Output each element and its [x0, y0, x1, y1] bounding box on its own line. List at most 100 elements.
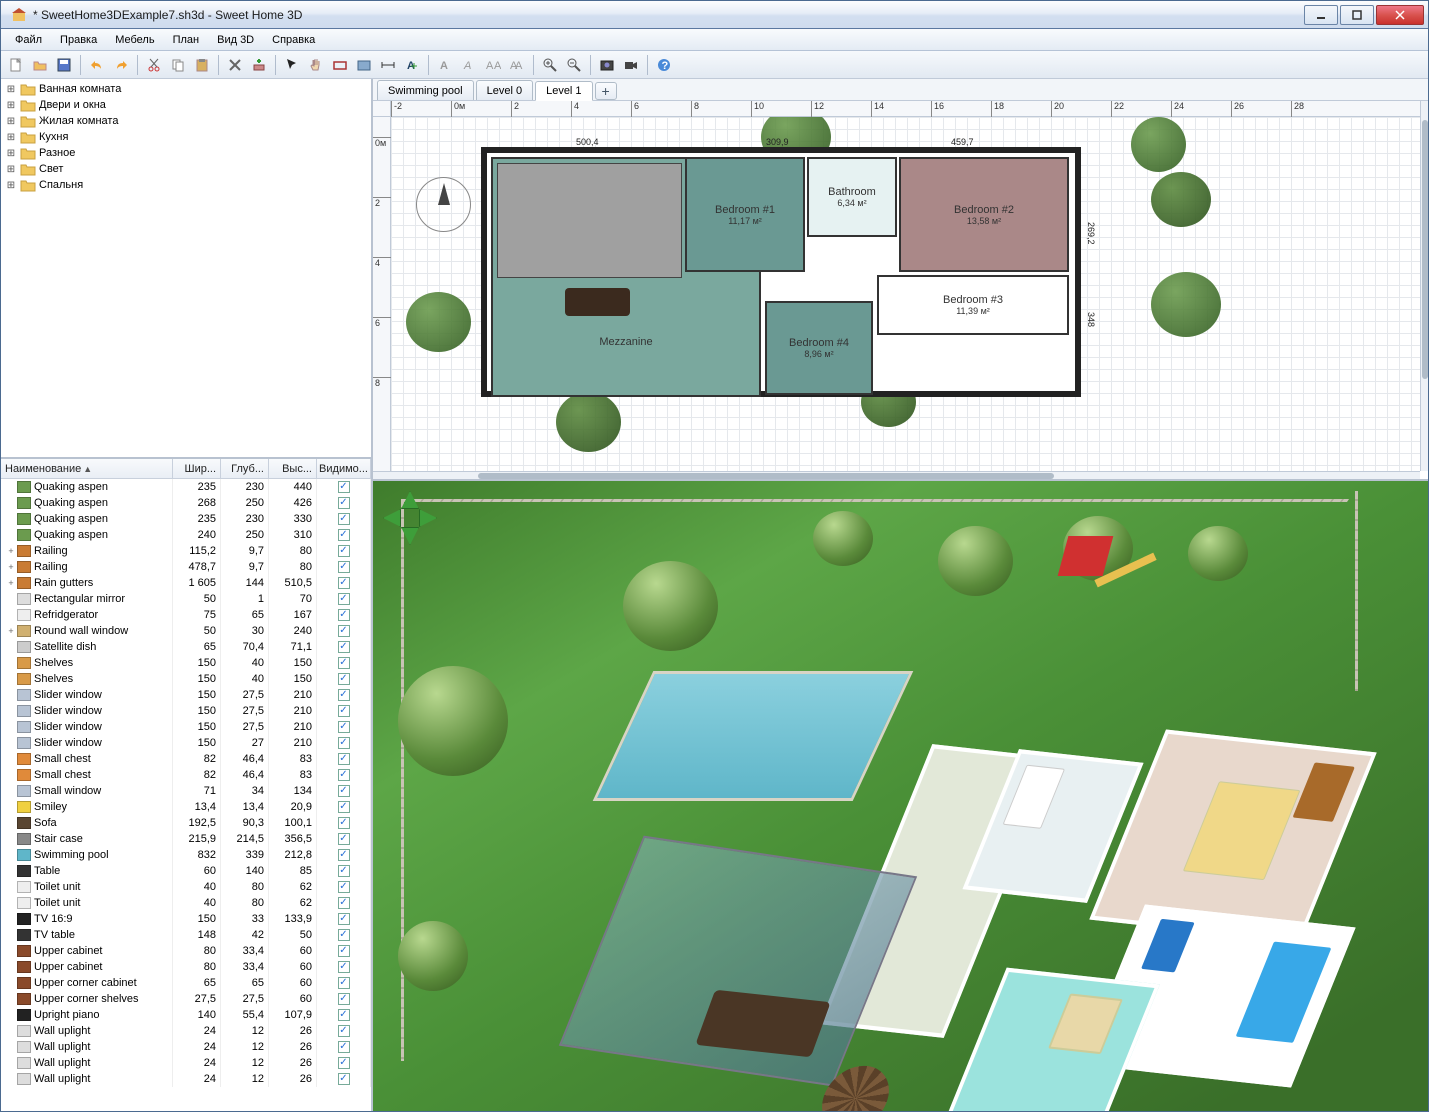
floorplan[interactable]: Mezzanine Bedroom #111,17 м² Bathroom6,3…: [481, 147, 1081, 397]
table-row[interactable]: Wall uplight241226: [1, 1055, 371, 1071]
visible-checkbox[interactable]: [338, 897, 350, 909]
visible-checkbox[interactable]: [338, 705, 350, 717]
table-row[interactable]: Shelves15040150: [1, 655, 371, 671]
visible-checkbox[interactable]: [338, 497, 350, 509]
visible-checkbox[interactable]: [338, 657, 350, 669]
nav-up-icon[interactable]: [401, 491, 419, 509]
zoom-in-icon[interactable]: [539, 54, 561, 76]
column-name[interactable]: Наименование▲: [1, 459, 173, 478]
catalog-node[interactable]: ⊞Кухня: [3, 129, 369, 145]
catalog-node[interactable]: ⊞Жилая комната: [3, 113, 369, 129]
room-bathroom[interactable]: Bathroom6,34 м²: [807, 157, 897, 237]
table-row[interactable]: Wall uplight241226: [1, 1071, 371, 1087]
room-bedroom3[interactable]: Bedroom #311,39 м²: [877, 275, 1069, 335]
tree-icon[interactable]: [556, 392, 621, 452]
zoom-out-icon[interactable]: [563, 54, 585, 76]
visible-checkbox[interactable]: [338, 961, 350, 973]
table-row[interactable]: +Round wall window5030240: [1, 623, 371, 639]
table-row[interactable]: +Rain gutters1 605144510,5: [1, 575, 371, 591]
visible-checkbox[interactable]: [338, 945, 350, 957]
column-width[interactable]: Шир...: [173, 459, 221, 478]
redo-icon[interactable]: [110, 54, 132, 76]
expander-icon[interactable]: ⊞: [5, 116, 17, 127]
create-video-icon[interactable]: [620, 54, 642, 76]
preferences-icon[interactable]: [224, 54, 246, 76]
level-tab[interactable]: Level 1: [535, 81, 592, 101]
table-row[interactable]: Slider window15027210: [1, 735, 371, 751]
maximize-button[interactable]: [1340, 5, 1374, 25]
scrollbar-vertical[interactable]: [1420, 101, 1428, 471]
table-row[interactable]: Small chest8246,483: [1, 751, 371, 767]
menu-item-5[interactable]: Справка: [264, 32, 323, 48]
expander-icon[interactable]: ⊞: [5, 84, 17, 95]
tree-icon[interactable]: [406, 292, 471, 352]
create-dimensions-icon[interactable]: [377, 54, 399, 76]
table-row[interactable]: +Railing115,29,780: [1, 543, 371, 559]
new-document-icon[interactable]: [5, 54, 27, 76]
table-row[interactable]: Toilet unit408062: [1, 895, 371, 911]
visible-checkbox[interactable]: [338, 625, 350, 637]
column-visible[interactable]: Видимо...: [317, 459, 371, 478]
table-row[interactable]: Quaking aspen268250426: [1, 495, 371, 511]
visible-checkbox[interactable]: [338, 1009, 350, 1021]
copy-icon[interactable]: [167, 54, 189, 76]
open-folder-icon[interactable]: [29, 54, 51, 76]
menu-item-3[interactable]: План: [165, 32, 208, 48]
catalog-tree[interactable]: ⊞Ванная комната⊞Двери и окна⊞Жилая комна…: [1, 79, 371, 459]
table-row[interactable]: Upper cabinet8033,460: [1, 943, 371, 959]
table-row[interactable]: Stair case215,9214,5356,5: [1, 831, 371, 847]
visible-checkbox[interactable]: [338, 993, 350, 1005]
visible-checkbox[interactable]: [338, 753, 350, 765]
paste-icon[interactable]: [191, 54, 213, 76]
tree-icon[interactable]: [1131, 117, 1186, 172]
visible-checkbox[interactable]: [338, 801, 350, 813]
visible-checkbox[interactable]: [338, 881, 350, 893]
table-row[interactable]: Small chest8246,483: [1, 767, 371, 783]
catalog-node[interactable]: ⊞Свет: [3, 161, 369, 177]
visible-checkbox[interactable]: [338, 545, 350, 557]
expander-icon[interactable]: ⊞: [5, 100, 17, 111]
table-row[interactable]: TV 16:915033133,9: [1, 911, 371, 927]
create-text-icon[interactable]: A: [401, 54, 423, 76]
room-bedroom4[interactable]: Bedroom #48,96 м²: [765, 301, 873, 395]
visible-checkbox[interactable]: [338, 737, 350, 749]
level-tab[interactable]: Level 0: [476, 80, 533, 100]
text-bold-icon[interactable]: A: [434, 54, 456, 76]
column-height[interactable]: Выс...: [269, 459, 317, 478]
plan-canvas[interactable]: 500,4 309,9 459,7 269,2 348 325,1 462,3 …: [391, 117, 1420, 471]
visible-checkbox[interactable]: [338, 593, 350, 605]
visible-checkbox[interactable]: [338, 513, 350, 525]
visible-checkbox[interactable]: [338, 817, 350, 829]
visible-checkbox[interactable]: [338, 785, 350, 797]
table-row[interactable]: TV table1484250: [1, 927, 371, 943]
visible-checkbox[interactable]: [338, 1073, 350, 1085]
visible-checkbox[interactable]: [338, 561, 350, 573]
visible-checkbox[interactable]: [338, 769, 350, 781]
table-row[interactable]: Quaking aspen240250310: [1, 527, 371, 543]
visible-checkbox[interactable]: [338, 849, 350, 861]
menu-item-4[interactable]: Вид 3D: [209, 32, 262, 48]
close-button[interactable]: [1376, 5, 1424, 25]
column-depth[interactable]: Глуб...: [221, 459, 269, 478]
visible-checkbox[interactable]: [338, 577, 350, 589]
visible-checkbox[interactable]: [338, 1025, 350, 1037]
table-row[interactable]: Quaking aspen235230330: [1, 511, 371, 527]
visible-checkbox[interactable]: [338, 641, 350, 653]
tree-icon[interactable]: [1151, 272, 1221, 337]
table-row[interactable]: Table6014085: [1, 863, 371, 879]
select-icon[interactable]: [281, 54, 303, 76]
expander-icon[interactable]: ⊞: [5, 132, 17, 143]
table-row[interactable]: Sofa192,590,3100,1: [1, 815, 371, 831]
table-row[interactable]: Slider window15027,5210: [1, 687, 371, 703]
sofa-icon[interactable]: [565, 288, 630, 316]
create-walls-icon[interactable]: [329, 54, 351, 76]
create-photo-icon[interactable]: [596, 54, 618, 76]
catalog-node[interactable]: ⊞Ванная комната: [3, 81, 369, 97]
add-level-button[interactable]: +: [595, 82, 617, 100]
menu-item-2[interactable]: Мебель: [107, 32, 162, 48]
help-icon[interactable]: ?: [653, 54, 675, 76]
table-row[interactable]: Rectangular mirror50170: [1, 591, 371, 607]
catalog-node[interactable]: ⊞Двери и окна: [3, 97, 369, 113]
expander-icon[interactable]: ⊞: [5, 180, 17, 191]
text-italic-icon[interactable]: A: [458, 54, 480, 76]
